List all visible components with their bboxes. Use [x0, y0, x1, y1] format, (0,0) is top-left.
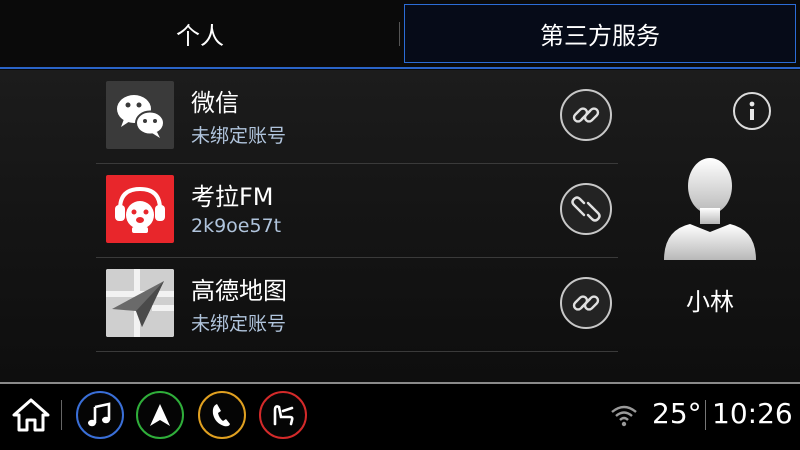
user-name: 小林 [686, 288, 734, 316]
phone-button[interactable] [198, 391, 246, 439]
seat-icon [273, 405, 294, 426]
list-item-wechat[interactable]: 微信 未绑定账号 [96, 70, 618, 164]
bottom-bar-divider [61, 400, 62, 430]
service-name: 考拉FM [191, 183, 274, 211]
service-name: 微信 [191, 89, 239, 117]
tab-underline [0, 67, 800, 69]
tab-divider [399, 22, 400, 46]
services-panel: 微信 未绑定账号 考拉FM 2k9oe57t 高德地图 未绑定账号 小林 [0, 70, 800, 382]
service-name: 高德地图 [191, 277, 287, 305]
status-divider [705, 400, 706, 430]
list-item-amap[interactable]: 高德地图 未绑定账号 [96, 258, 618, 352]
link-button[interactable] [560, 89, 612, 141]
home-button[interactable] [12, 398, 50, 432]
tab-personal[interactable]: 个人 [0, 4, 400, 63]
info-icon [749, 101, 755, 120]
link-button[interactable] [560, 277, 612, 329]
list-item-kaola-fm[interactable]: 考拉FM 2k9oe57t [96, 164, 618, 258]
link-icon [572, 295, 600, 311]
kaola-fm-icon [106, 175, 174, 243]
service-status: 未绑定账号 [191, 313, 287, 335]
wechat-icon [106, 81, 174, 149]
wifi-icon [610, 402, 638, 428]
tab-third-party-services[interactable]: 第三方服务 [404, 4, 796, 63]
navigation-arrow-icon [150, 404, 170, 426]
bottom-bar: 25° 10:26 [0, 384, 800, 450]
info-button[interactable] [733, 92, 771, 130]
clock: 10:26 [712, 397, 793, 430]
temperature: 25° [652, 397, 702, 430]
service-status: 2k9oe57t [191, 215, 282, 237]
seat-button[interactable] [259, 391, 307, 439]
avatar-silhouette-icon [664, 158, 756, 260]
unlink-button[interactable] [560, 183, 612, 235]
tab-bar: 个人 第三方服务 [0, 0, 800, 70]
phone-icon [212, 404, 230, 427]
user-avatar[interactable] [660, 152, 760, 260]
home-icon [12, 398, 50, 432]
music-button[interactable] [76, 391, 124, 439]
link-icon [572, 107, 600, 123]
unlink-icon [571, 196, 601, 222]
amap-icon [106, 269, 174, 337]
service-status: 未绑定账号 [191, 125, 287, 147]
navigation-button[interactable] [136, 391, 184, 439]
music-note-icon [88, 402, 111, 427]
